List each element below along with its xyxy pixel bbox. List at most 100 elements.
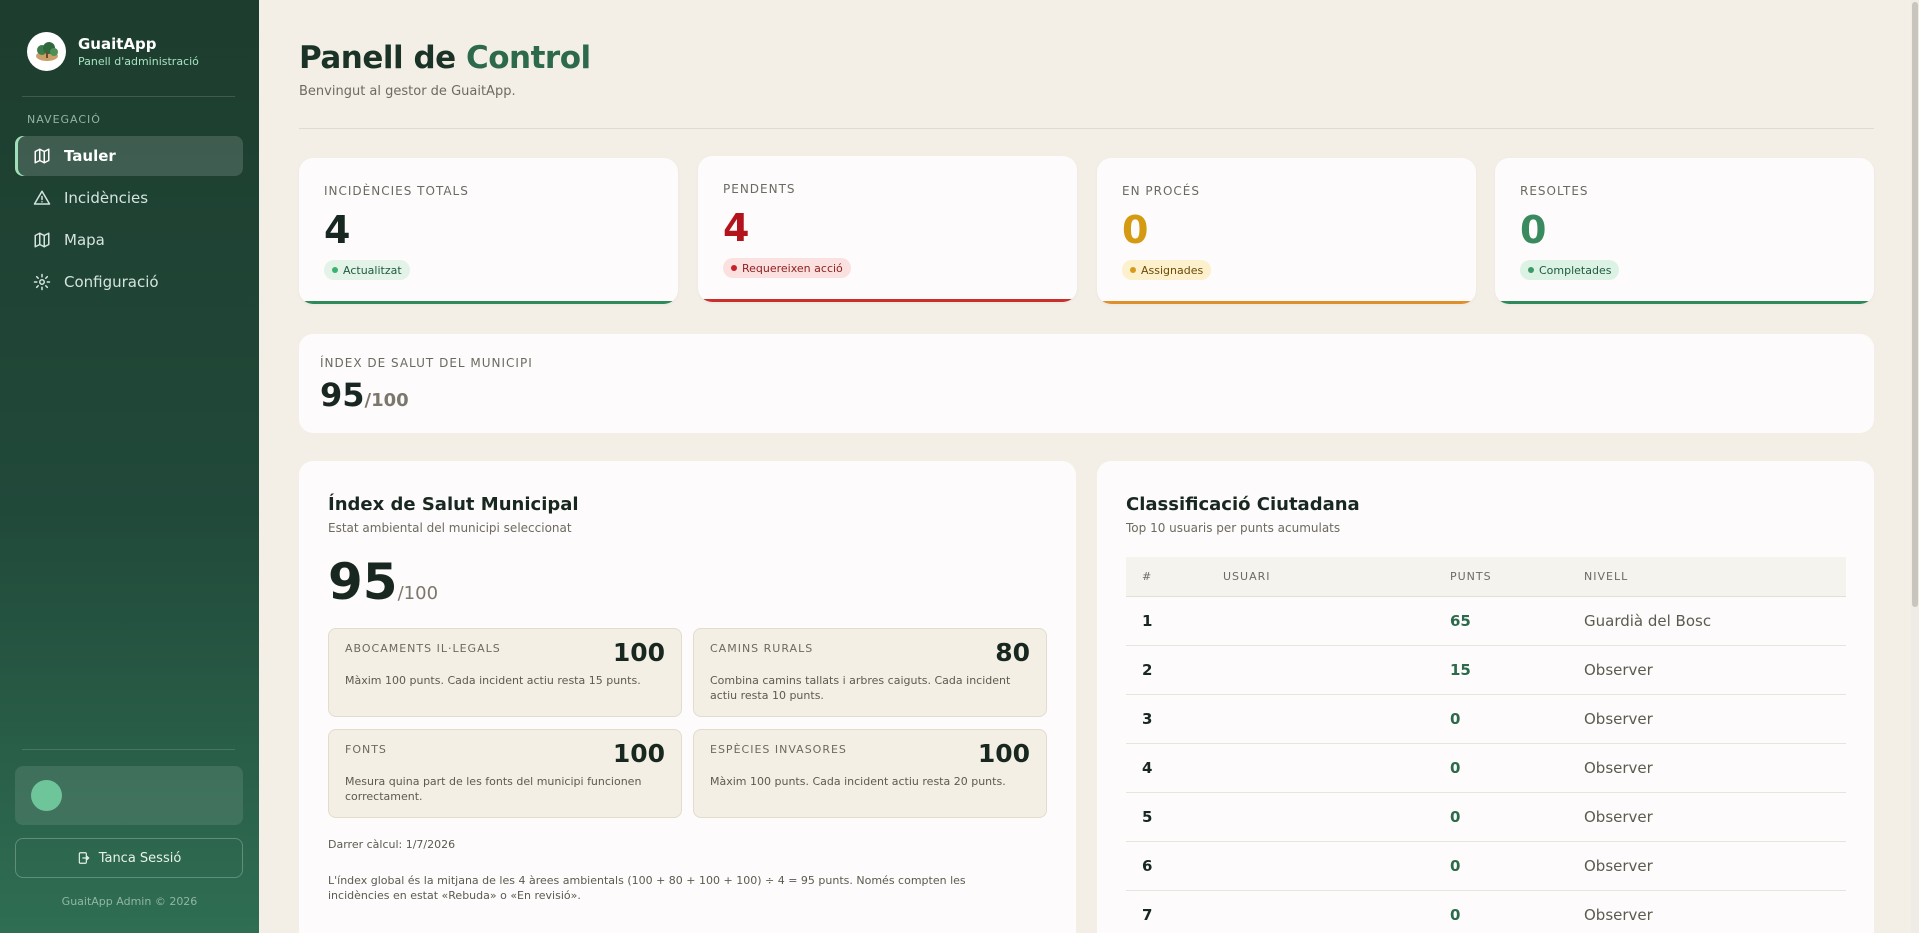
gear-icon — [33, 273, 51, 291]
health-index-max: /100 — [364, 390, 409, 411]
sidebar-divider — [22, 749, 235, 750]
last-calculation: Darrer càlcul: 1/7/2026 — [328, 838, 456, 851]
panel-subtitle: Top 10 usuaris per punts acumulats — [1126, 521, 1341, 535]
level-cell: Observer — [1584, 759, 1653, 777]
sidebar-item-tauler[interactable]: Tauler — [15, 136, 243, 176]
area-card-fonts: FONTS 100 Mesura quina part de les fonts… — [328, 729, 682, 818]
logout-icon — [78, 852, 89, 864]
sidebar-item-mapa[interactable]: Mapa — [15, 220, 243, 260]
table-row[interactable]: 7 0 Observer — [1126, 891, 1846, 933]
status-badge: Assignades — [1122, 260, 1212, 280]
level-cell: Observer — [1584, 857, 1653, 875]
rank-cell: 4 — [1142, 759, 1153, 777]
rank-cell: 7 — [1142, 906, 1153, 924]
app-name: GuaitApp — [78, 35, 157, 53]
ranking-table: # USUARI PUNTS NIVELL 1 65 Guardià del B… — [1126, 557, 1846, 933]
table-row[interactable]: 3 0 Observer — [1126, 695, 1846, 744]
points-cell: 15 — [1450, 661, 1471, 679]
stat-label: EN PROCÉS — [1122, 184, 1200, 198]
sidebar-item-label: Mapa — [64, 231, 105, 249]
points-cell: 0 — [1450, 759, 1461, 777]
points-cell: 0 — [1450, 857, 1461, 875]
status-dot — [1528, 267, 1534, 273]
nav-heading: NAVEGACIÓ — [27, 113, 101, 126]
stat-value: 4 — [723, 206, 750, 250]
app-logo — [27, 32, 66, 71]
stat-accent-bar — [299, 301, 678, 304]
stat-value: 4 — [324, 208, 351, 252]
column-header-rank: # — [1142, 570, 1153, 583]
stat-label: RESOLTES — [1520, 184, 1589, 198]
brand[interactable]: GuaitApp Panell d'administració — [27, 32, 199, 71]
health-index-value: 95/100 — [320, 376, 409, 414]
stat-card-pending: PENDENTS 4 Requereixen acció — [698, 156, 1077, 302]
stat-value: 0 — [1122, 208, 1149, 252]
sidebar-item-configuracio[interactable]: Configuració — [15, 262, 243, 302]
health-index-note: L'índex global és la mitjana de les 4 àr… — [328, 874, 966, 902]
points-cell: 0 — [1450, 710, 1461, 728]
area-label: ABOCAMENTS IL·LEGALS — [345, 642, 501, 655]
health-score: 95/100 — [328, 553, 438, 611]
stat-accent-bar — [1097, 301, 1476, 304]
logout-button[interactable]: Tanca Sessió — [15, 838, 243, 878]
area-value: 80 — [995, 638, 1030, 667]
status-dot — [1130, 267, 1136, 273]
level-cell: Observer — [1584, 661, 1653, 679]
area-description: Mesura quina part de les fonts del munic… — [345, 775, 642, 803]
points-cell: 0 — [1450, 906, 1461, 924]
area-card-abocaments: ABOCAMENTS IL·LEGALS 100 Màxim 100 punts… — [328, 628, 682, 717]
footer-text: GuaitApp Admin © 2026 — [61, 895, 198, 908]
table-row[interactable]: 1 65 Guardià del Bosc — [1126, 597, 1846, 646]
panel-subtitle: Estat ambiental del municipi seleccionat — [328, 521, 572, 535]
health-score-max: /100 — [397, 583, 439, 604]
app-subtitle: Panell d'administració — [78, 55, 199, 68]
sidebar: GuaitApp Panell d'administració NAVEGACI… — [0, 0, 259, 933]
table-row[interactable]: 4 0 Observer — [1126, 744, 1846, 793]
health-index-panel: Índex de Salut Municipal Estat ambiental… — [299, 461, 1076, 933]
points-cell: 65 — [1450, 612, 1471, 630]
area-description: Combina camins tallats i arbres caiguts.… — [710, 674, 1011, 702]
status-dot — [332, 267, 338, 273]
level-cell: Observer — [1584, 906, 1653, 924]
panel-title: Índex de Salut Municipal — [328, 494, 579, 515]
sidebar-item-incidencies[interactable]: Incidències — [15, 178, 243, 218]
rank-cell: 1 — [1142, 612, 1153, 630]
table-header: # USUARI PUNTS NIVELL — [1126, 557, 1846, 597]
panel-title: Classificació Ciutadana — [1126, 494, 1360, 515]
area-label: FONTS — [345, 743, 387, 756]
avatar — [31, 780, 62, 811]
stat-label: PENDENTS — [723, 182, 796, 196]
table-row[interactable]: 6 0 Observer — [1126, 842, 1846, 891]
scrollbar-thumb[interactable] — [1912, 2, 1918, 607]
area-label: ESPÈCIES INVASORES — [710, 743, 847, 756]
warning-icon — [33, 190, 51, 205]
stat-accent-bar — [1495, 301, 1874, 304]
area-card-camins: CAMINS RURALS 80 Combina camins tallats … — [693, 628, 1047, 717]
page-title-part1: Panell de — [299, 40, 456, 76]
user-profile[interactable] — [15, 766, 243, 825]
page-title-part2: Control — [465, 40, 591, 76]
status-dot — [731, 265, 737, 271]
logout-label: Tanca Sessió — [98, 850, 182, 866]
health-index-score: 95 — [320, 376, 365, 414]
stat-card-in-progress: EN PROCÉS 0 Assignades — [1097, 158, 1476, 304]
badge-label: Requereixen acció — [742, 261, 843, 275]
rank-cell: 3 — [1142, 710, 1153, 728]
area-label: CAMINS RURALS — [710, 642, 814, 655]
ranking-panel: Classificació Ciutadana Top 10 usuaris p… — [1097, 461, 1874, 933]
table-row[interactable]: 5 0 Observer — [1126, 793, 1846, 842]
level-cell: Guardià del Bosc — [1584, 612, 1712, 630]
table-row[interactable]: 2 15 Observer — [1126, 646, 1846, 695]
sidebar-nav: Tauler Incidències Mapa Configuració — [15, 136, 243, 304]
status-badge: Actualitzat — [324, 260, 410, 280]
status-badge: Completades — [1520, 260, 1620, 280]
sidebar-item-label: Incidències — [64, 189, 149, 207]
stat-card-total: INCIDÈNCIES TOTALS 4 Actualitzat — [299, 158, 678, 304]
health-index-summary: ÍNDEX DE SALUT DEL MUNICIPI 95/100 — [299, 334, 1874, 433]
health-score-value: 95 — [328, 553, 398, 611]
page-scrollbar[interactable] — [1911, 0, 1919, 933]
sidebar-item-label: Tauler — [64, 147, 116, 165]
header-divider — [299, 128, 1874, 129]
stat-accent-bar — [698, 299, 1077, 302]
area-description: Màxim 100 punts. Cada incident actiu res… — [710, 775, 1006, 788]
